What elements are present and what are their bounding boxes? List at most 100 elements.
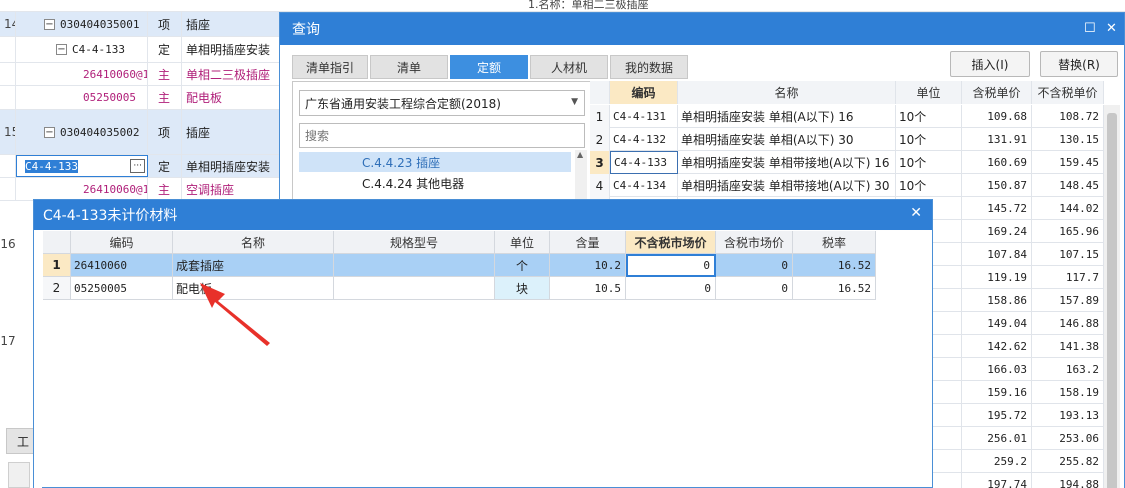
quota-cell-code[interactable]: C4-4-134: [610, 174, 678, 197]
quota-cell-notax-price[interactable]: 144.02: [1032, 197, 1104, 220]
row-type[interactable]: 主: [148, 178, 182, 200]
material-cell-code[interactable]: 26410060: [71, 254, 173, 277]
quota-cell-unit[interactable]: 10个: [896, 128, 962, 151]
quota-cell-unit[interactable]: 10个: [896, 174, 962, 197]
material-cell-rate[interactable]: 16.52: [793, 254, 876, 277]
material-table-row[interactable]: 1 26410060 成套插座个 10.2 0 0 16.52: [43, 254, 876, 277]
quota-cell-notax-price[interactable]: 163.2: [1032, 358, 1104, 381]
quota-cell-notax-price[interactable]: 158.19: [1032, 381, 1104, 404]
bottom-toolbar-button[interactable]: [8, 462, 30, 488]
maximize-icon[interactable]: ☐: [1084, 21, 1096, 36]
header-name[interactable]: 名称: [678, 81, 896, 104]
quota-cell-tax-price[interactable]: 158.86: [962, 289, 1032, 312]
row-type[interactable]: 定: [148, 155, 182, 177]
quota-cell-notax-price[interactable]: 130.15: [1032, 128, 1104, 151]
quota-cell-name[interactable]: 单相明插座安装 单相(A以下) 16: [678, 105, 896, 128]
tree-item-socket[interactable]: C.4.4.23 插座: [299, 152, 571, 172]
row-number[interactable]: [0, 63, 16, 85]
quota-cell-tax-price[interactable]: 149.04: [962, 312, 1032, 335]
material-cell-notax[interactable]: 0: [626, 254, 716, 277]
close-icon[interactable]: ✕: [1106, 21, 1117, 36]
quota-table-row[interactable]: 2 C4-4-132 单相明插座安装 单相(A以下) 30 10个 131.91 130.…: [590, 128, 1104, 151]
quota-cell-name[interactable]: 单相明插座安装 单相(A以下) 30: [678, 128, 896, 151]
quota-cell-unit[interactable]: 10个: [896, 105, 962, 128]
quota-cell-tax-price[interactable]: 259.2: [962, 450, 1032, 473]
material-dialog-title-bar[interactable]: C4-4-133未计价材料 ✕: [34, 200, 932, 230]
quota-cell-code[interactable]: C4-4-131: [610, 105, 678, 128]
quota-cell-tax-price[interactable]: 256.01: [962, 427, 1032, 450]
quota-cell-tax-price[interactable]: 142.62: [962, 335, 1032, 358]
quota-cell-tax-price[interactable]: 150.87: [962, 174, 1032, 197]
quota-cell-idx[interactable]: 2: [590, 128, 610, 151]
material-cell-qty[interactable]: 10.2: [550, 254, 626, 277]
material-cell-unit[interactable]: 块: [495, 277, 550, 300]
row-code-cell[interactable]: 26410060@10: [16, 63, 148, 85]
quota-cell-tax-price[interactable]: 145.72: [962, 197, 1032, 220]
row-number[interactable]: [0, 37, 16, 62]
material-table-row[interactable]: 2 05250005 配电板块 10.5 0 0 16.52: [43, 277, 876, 300]
material-cell-tax[interactable]: 0: [716, 277, 793, 300]
material-cell-notax[interactable]: 0: [626, 277, 716, 300]
quota-cell-notax-price[interactable]: 194.88: [1032, 473, 1104, 488]
quota-cell-code[interactable]: C4-4-133: [610, 151, 678, 174]
quota-table-row[interactable]: 1 C4-4-131 单相明插座安装 单相(A以下) 16 10个 109.68 108.…: [590, 105, 1104, 128]
quota-library-select[interactable]: 广东省通用安装工程综合定额(2018) ▼: [299, 90, 585, 116]
quota-cell-tax-price[interactable]: 166.03: [962, 358, 1032, 381]
quota-cell-code[interactable]: C4-4-132: [610, 128, 678, 151]
tab-my-data[interactable]: 我的数据: [610, 55, 688, 79]
material-cell-idx[interactable]: 2: [43, 277, 71, 300]
row-code-cell[interactable]: −030404035002: [16, 110, 148, 154]
header-tax-rate[interactable]: 税率: [793, 231, 876, 254]
row-type[interactable]: 项: [148, 110, 182, 154]
scroll-thumb[interactable]: [1107, 113, 1117, 488]
row-name[interactable]: 插座: [182, 12, 282, 36]
material-cell-unit[interactable]: 个: [495, 254, 550, 277]
quota-cell-tax-price[interactable]: 169.24: [962, 220, 1032, 243]
tab-quota[interactable]: 定额: [450, 55, 528, 79]
material-cell-rate[interactable]: 16.52: [793, 277, 876, 300]
header-notax-market-price[interactable]: 不含税市场价: [626, 231, 716, 254]
header-tax-price[interactable]: 含税单价: [962, 81, 1032, 104]
tree-collapse-icon[interactable]: −: [44, 126, 55, 138]
material-cell-spec[interactable]: [334, 277, 495, 300]
row-number[interactable]: 15: [0, 110, 16, 154]
quota-cell-idx[interactable]: 1: [590, 105, 610, 128]
quota-cell-notax-price[interactable]: 107.15: [1032, 243, 1104, 266]
row-name[interactable]: 插座: [182, 110, 282, 154]
quota-cell-notax-price[interactable]: 157.89: [1032, 289, 1104, 312]
row-name[interactable]: 单相明插座安装: [182, 155, 282, 177]
quota-cell-unit[interactable]: 10个: [896, 151, 962, 174]
row-code-cell[interactable]: 26410060@11: [16, 178, 148, 200]
quota-cell-tax-price[interactable]: 160.69: [962, 151, 1032, 174]
quota-cell-tax-price[interactable]: 119.19: [962, 266, 1032, 289]
quota-cell-tax-price[interactable]: 109.68: [962, 105, 1032, 128]
material-cell-idx[interactable]: 1: [43, 254, 71, 277]
tree-item-other-appliances[interactable]: C.4.4.24 其他电器: [299, 173, 571, 193]
row-name[interactable]: 空调插座: [182, 178, 282, 200]
quota-cell-notax-price[interactable]: 253.06: [1032, 427, 1104, 450]
quota-cell-notax-price[interactable]: 255.82: [1032, 450, 1104, 473]
header-tax-market-price[interactable]: 含税市场价: [716, 231, 793, 254]
header-code[interactable]: 编码: [71, 231, 173, 254]
quota-cell-tax-price[interactable]: 131.91: [962, 128, 1032, 151]
tab-bill-guide[interactable]: 清单指引: [292, 55, 368, 79]
quota-cell-notax-price[interactable]: 165.96: [1032, 220, 1104, 243]
row-type[interactable]: 项: [148, 12, 182, 36]
row-code-cell[interactable]: 05250005: [16, 86, 148, 109]
header-code[interactable]: 编码: [610, 81, 678, 104]
header-name[interactable]: 名称: [173, 231, 334, 254]
quota-cell-notax-price[interactable]: 108.72: [1032, 105, 1104, 128]
quota-cell-notax-price[interactable]: 159.45: [1032, 151, 1104, 174]
quota-cell-tax-price[interactable]: 159.16: [962, 381, 1032, 404]
row-number[interactable]: [0, 178, 16, 200]
row-number[interactable]: [0, 86, 16, 109]
row-number[interactable]: 14: [0, 12, 16, 36]
header-quantity[interactable]: 含量: [550, 231, 626, 254]
quota-cell-name[interactable]: 单相明插座安装 单相带接地(A以下) 30: [678, 174, 896, 197]
row-type[interactable]: 主: [148, 63, 182, 85]
quota-cell-tax-price[interactable]: 107.84: [962, 243, 1032, 266]
tab-labor-material-machine[interactable]: 人材机: [530, 55, 608, 79]
row-code-cell[interactable]: − C4-4-133: [16, 37, 148, 62]
header-notax-price[interactable]: 不含税单价: [1032, 81, 1104, 104]
quota-table-scrollbar[interactable]: [1104, 105, 1120, 488]
